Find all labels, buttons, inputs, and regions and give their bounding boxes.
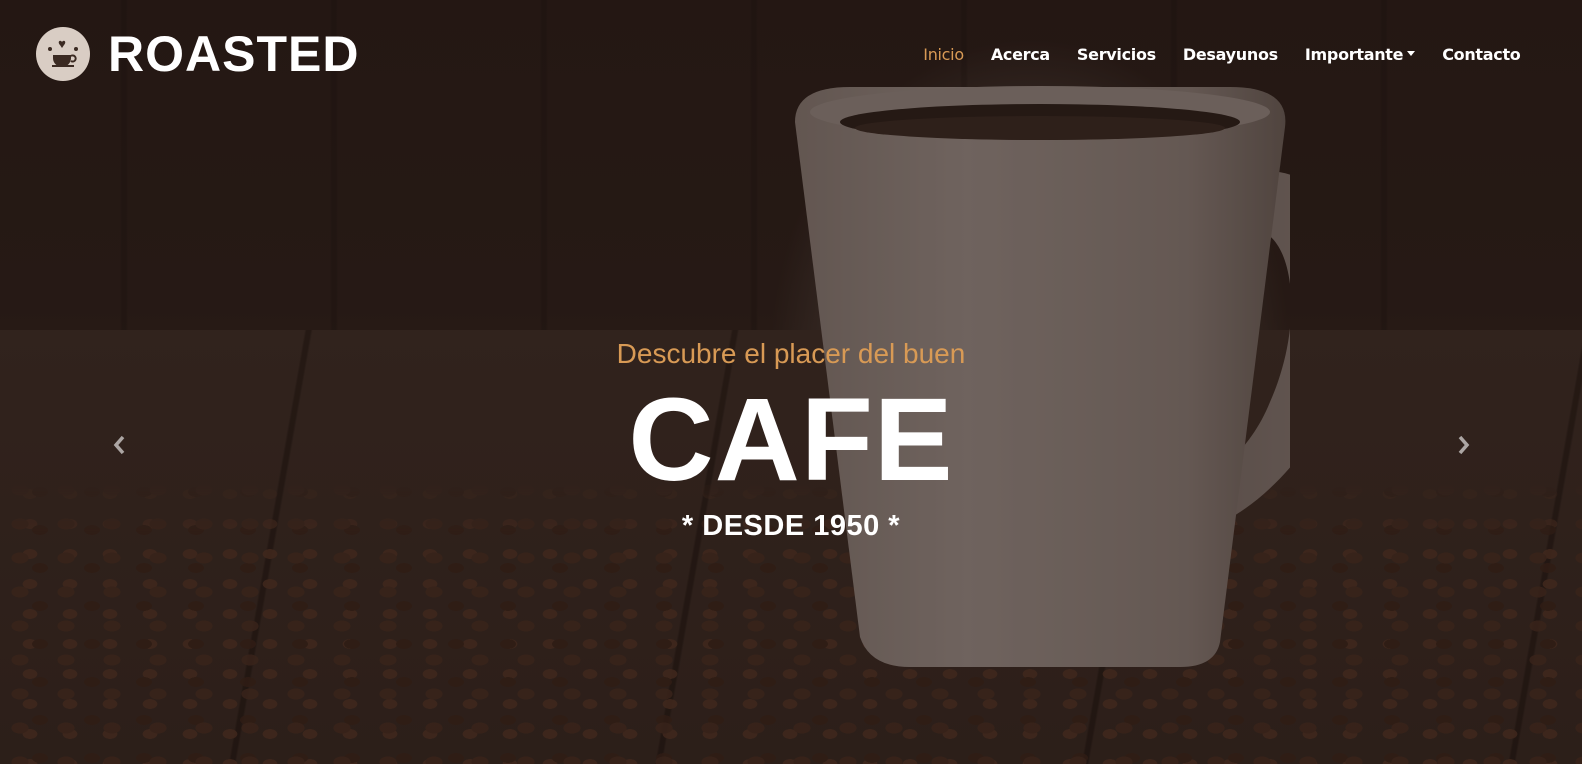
nav-item-importante[interactable]: Importante <box>1291 37 1428 72</box>
brand-name: ROASTED <box>108 26 360 82</box>
nav-item-acerca[interactable]: Acerca <box>977 37 1063 72</box>
navbar: ROASTED Inicio Acerca Servicios Desayuno… <box>0 0 1582 108</box>
hero-tagline: * DESDE 1950 * <box>681 510 901 542</box>
nav-menu: Inicio Acerca Servicios Desayunos Import… <box>910 37 1534 72</box>
caret-down-icon <box>1407 50 1416 56</box>
brand[interactable]: ROASTED <box>36 25 359 83</box>
nav-item-importante-label: Importante <box>1304 44 1404 64</box>
hero-caption: Descubre el placer del buen CAFE * DESDE… <box>0 338 1582 543</box>
hero-subtitle: Descubre el placer del buen <box>616 338 966 369</box>
nav-item-servicios[interactable]: Servicios <box>1063 37 1169 72</box>
nav-item-inicio[interactable]: Inicio <box>910 37 978 72</box>
hero-carousel: ROASTED Inicio Acerca Servicios Desayuno… <box>0 0 1582 764</box>
nav-item-contacto[interactable]: Contacto <box>1429 37 1534 72</box>
coffee-cup-logo-icon <box>36 27 90 81</box>
hero-headline: CAFE <box>628 374 954 506</box>
nav-item-desayunos[interactable]: Desayunos <box>1169 37 1291 72</box>
